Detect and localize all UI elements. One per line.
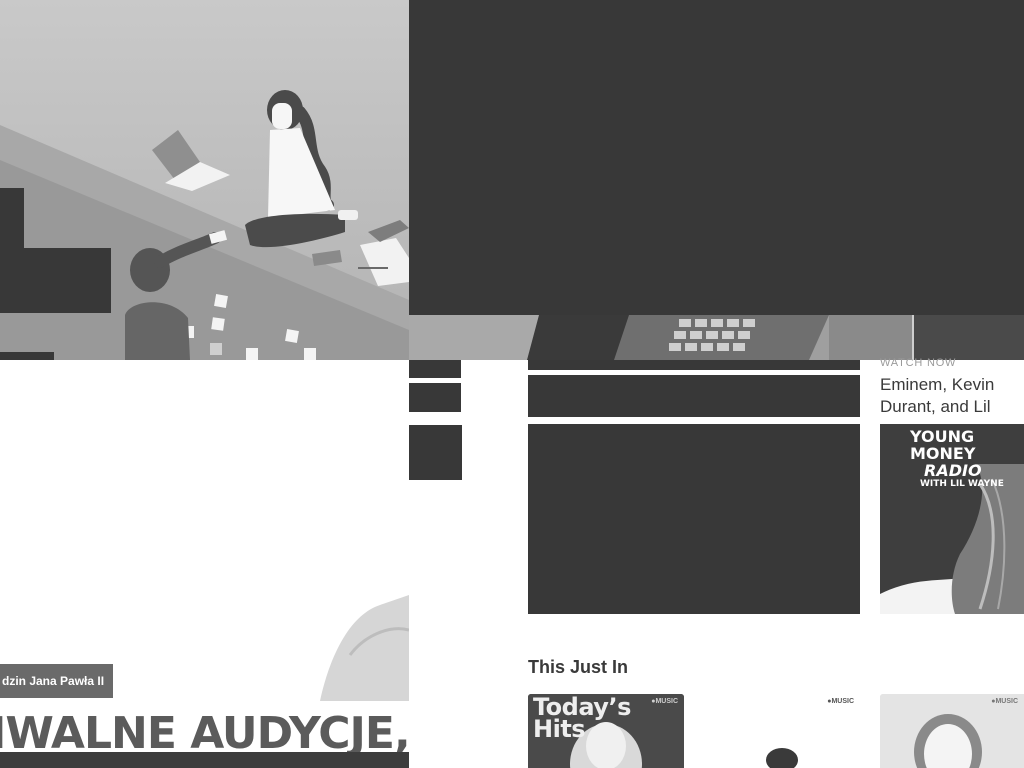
radio-card-line3: WITH LIL WAYNE [920, 479, 1004, 489]
overlay-block [409, 360, 461, 378]
overlay-block [409, 383, 461, 412]
overlay-block [0, 188, 24, 248]
video-player[interactable] [409, 0, 1024, 315]
watch-now-title[interactable]: Eminem, Kevin Durant, and Lil Wayne’s li… [880, 374, 1024, 418]
content-card[interactable] [528, 424, 860, 614]
content-card[interactable] [528, 375, 860, 417]
overlay-block [0, 248, 111, 313]
apple-music-logo-icon: ●MUSIC [827, 698, 854, 705]
section-title: This Just In [528, 657, 629, 677]
playlist-tile[interactable]: ●MUSIC [880, 694, 1024, 768]
overlay-block [0, 352, 54, 360]
apple-music-logo-icon: ●MUSIC [991, 698, 1018, 705]
radio-card-line1: YOUNG MONEY [910, 427, 976, 463]
headline-underline [0, 752, 409, 768]
playlist-tile[interactable]: Today’s Hits ●MUSIC [528, 694, 684, 768]
content-card[interactable] [528, 360, 860, 370]
watch-now-kicker: WATCH NOW [880, 357, 957, 369]
promo-photo [320, 595, 409, 701]
category-badge[interactable]: dzin Jana Pawła II [0, 664, 113, 698]
overlay-block [409, 425, 462, 480]
laptop-photo [409, 315, 1024, 360]
radio-card[interactable]: YOUNG MONEY RADIO WITH LIL WAYNE [880, 424, 1024, 614]
playlist-tile[interactable]: ●MUSIC [704, 694, 860, 768]
apple-music-logo-icon: ●MUSIC [651, 698, 678, 705]
radio-card-line2: RADIO [924, 461, 982, 480]
